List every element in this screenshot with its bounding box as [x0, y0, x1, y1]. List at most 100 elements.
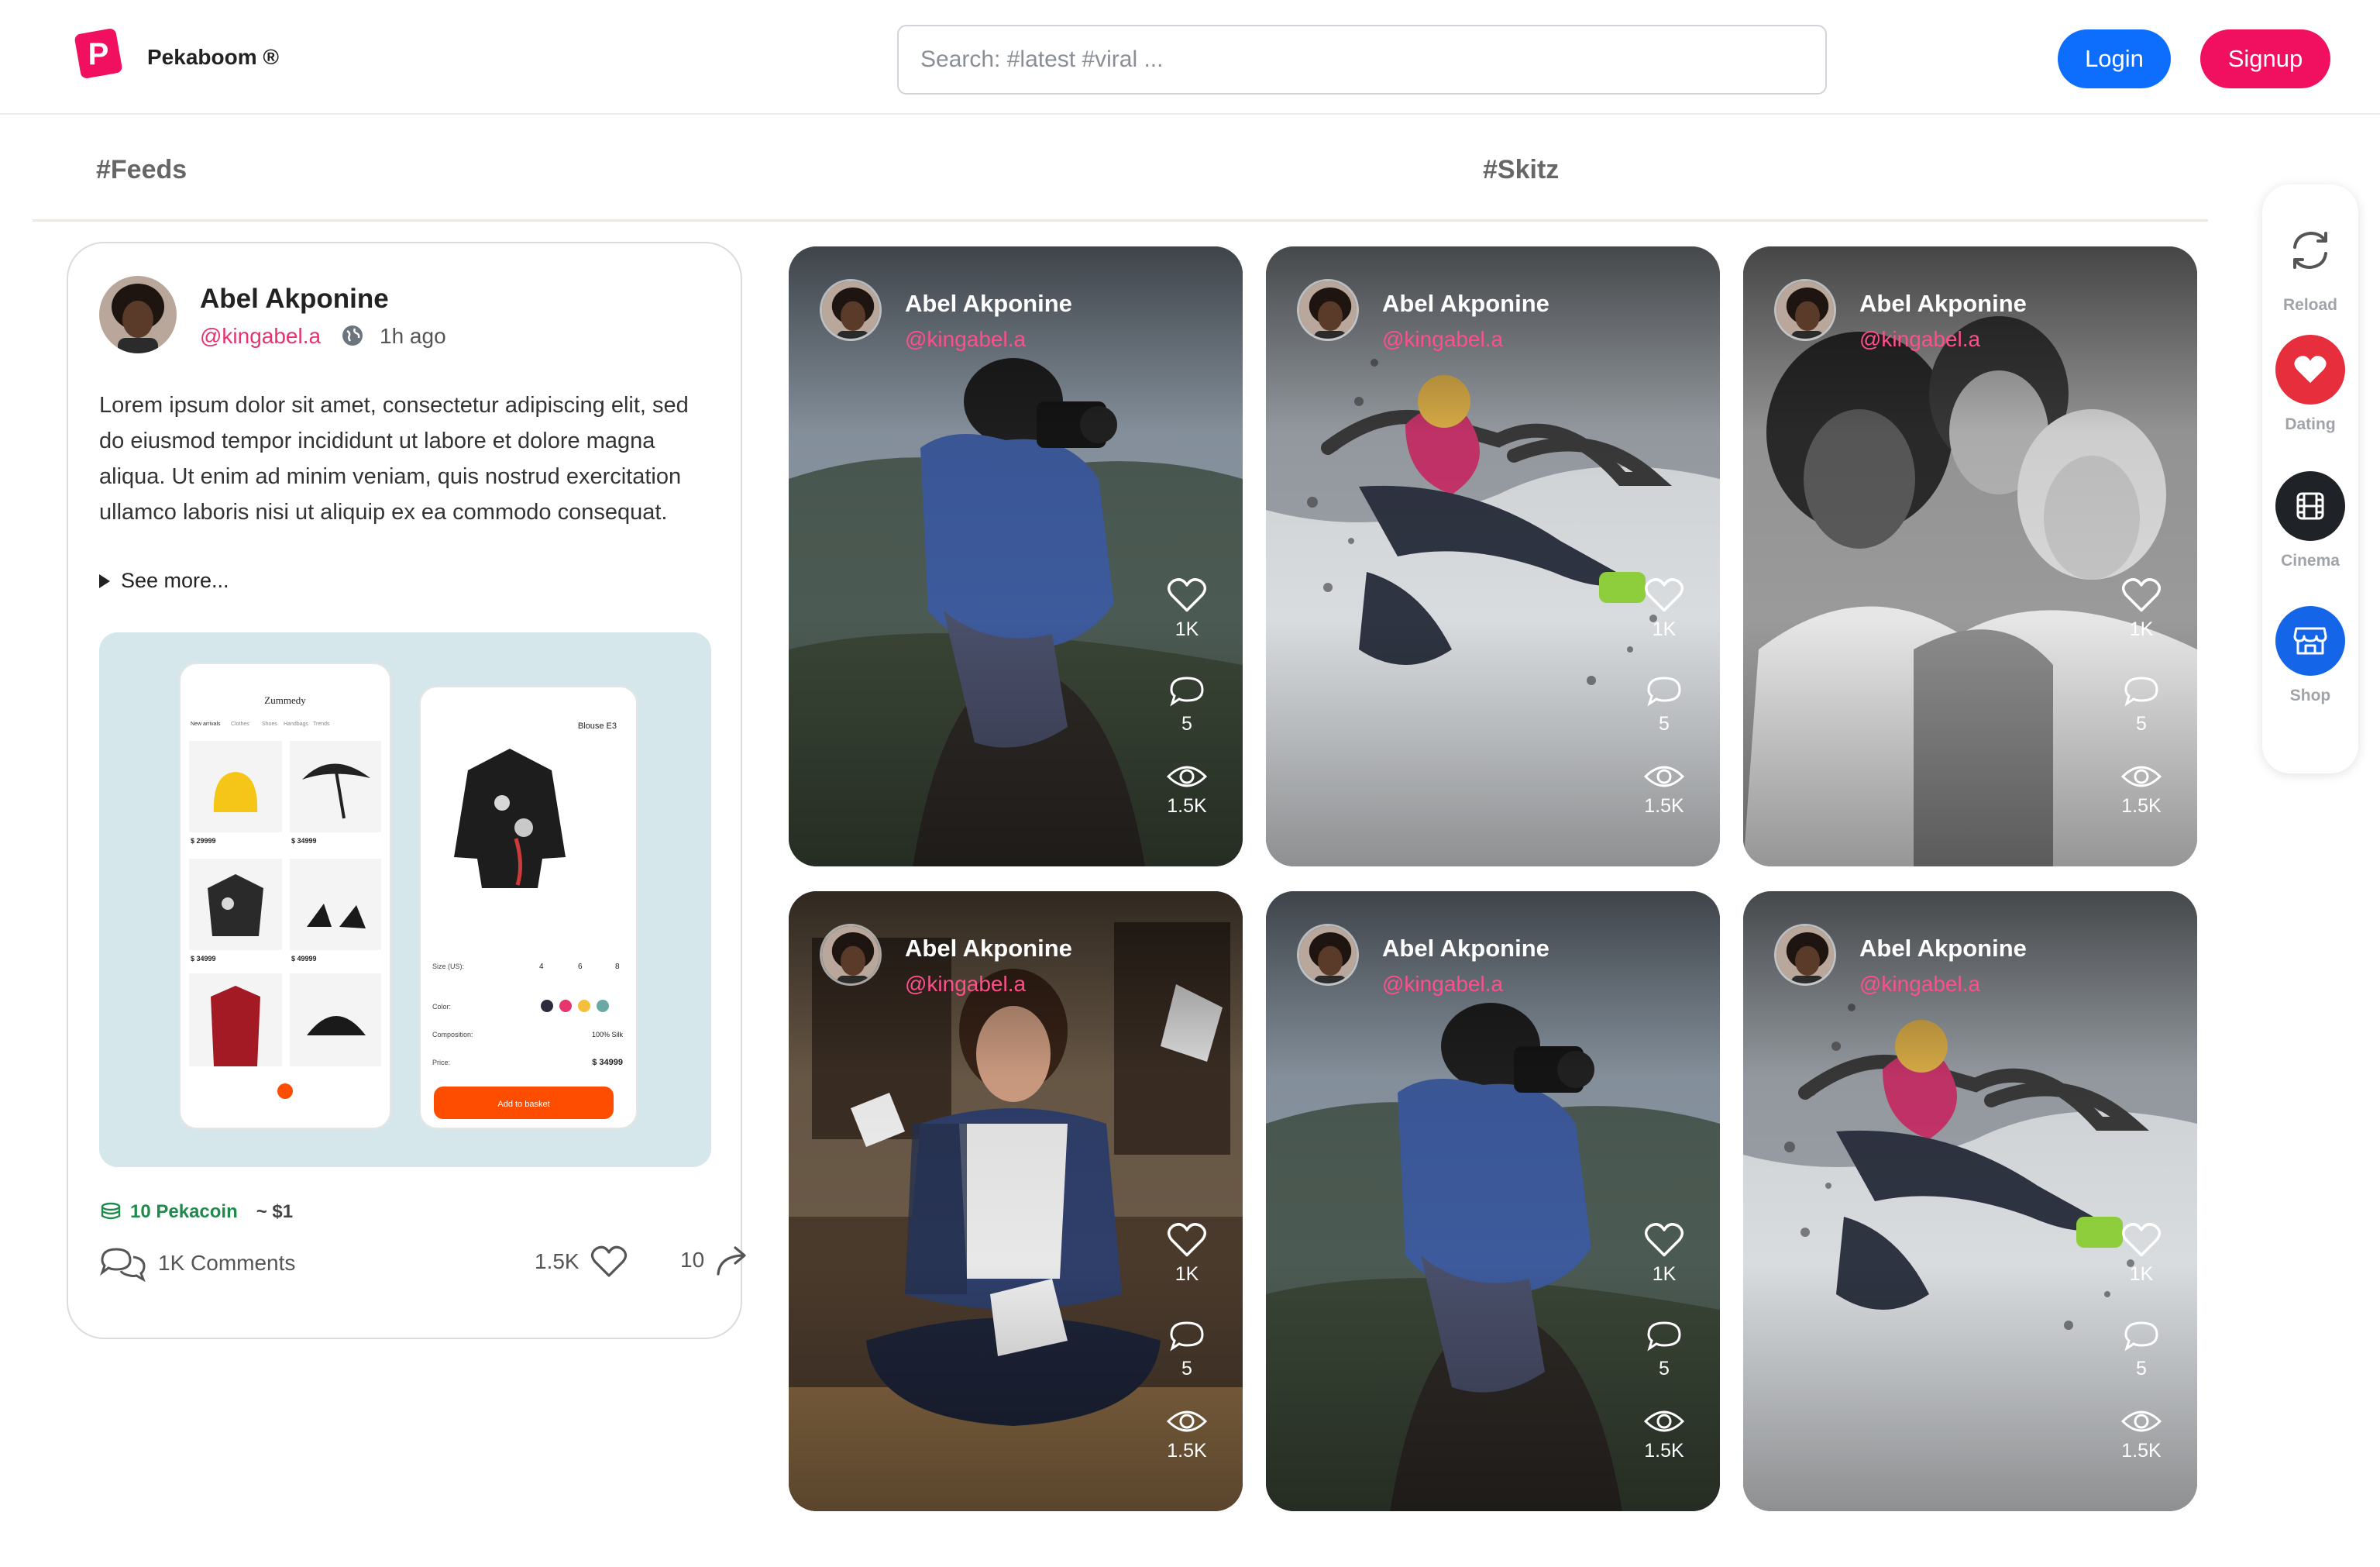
skit-author-handle[interactable]: @kingabel.a	[1859, 972, 1980, 997]
svg-text:New arrivals: New arrivals	[191, 722, 221, 727]
skit-comment-button[interactable]: 5	[1635, 1319, 1694, 1380]
post-author-name[interactable]: Abel Akponine	[200, 284, 389, 315]
avatar[interactable]	[1774, 279, 1836, 341]
avatar[interactable]	[99, 276, 177, 353]
like-button[interactable]: 1.5K	[535, 1245, 628, 1279]
skit-comments-count: 5	[1659, 1358, 1670, 1379]
skit-author-name[interactable]: Abel Akponine	[905, 935, 1072, 963]
eye-icon	[1643, 1410, 1685, 1432]
avatar[interactable]	[1774, 924, 1836, 986]
skit-comments-count: 5	[2136, 713, 2147, 735]
skit-likes-count: 1K	[2129, 618, 2154, 640]
skit-comments-count: 5	[2136, 1358, 2147, 1379]
search-input[interactable]	[899, 26, 1825, 93]
top-navbar: P Pekaboom ® Login Signup	[0, 0, 2380, 115]
avatar[interactable]	[820, 924, 882, 986]
cinema-button[interactable]: Cinema	[2262, 471, 2358, 570]
skit-views-count: 1.5K	[2121, 1440, 2162, 1462]
share-arrow-icon	[717, 1246, 746, 1276]
skit-like-button[interactable]: 1K	[1635, 577, 1694, 641]
avatar[interactable]	[820, 279, 882, 341]
skit-likes-count: 1K	[1652, 1263, 1677, 1285]
svg-text:Add to basket: Add to basket	[497, 1100, 549, 1109]
login-button[interactable]: Login	[2058, 29, 2171, 88]
skit-like-button[interactable]: 1K	[1157, 1221, 1216, 1286]
skit-like-button[interactable]: 1K	[2112, 577, 2171, 641]
globe-icon	[341, 324, 364, 347]
post-body-text: Lorem ipsum dolor sit amet, consectetur …	[99, 393, 689, 525]
skit-author-handle[interactable]: @kingabel.a	[1859, 327, 1980, 352]
skit-author-handle[interactable]: @kingabel.a	[1382, 972, 1503, 997]
skit-card[interactable]: Abel Akponine @kingabel.a 1K 5 1.5K	[1743, 246, 2197, 866]
skit-author-name[interactable]: Abel Akponine	[1382, 935, 1549, 963]
comment-icon	[1647, 677, 1681, 707]
skit-likes-count: 1K	[1175, 1263, 1199, 1285]
skit-views-count: 1.5K	[1644, 795, 1684, 817]
skit-views: 1.5K	[1635, 1407, 1694, 1462]
skit-likes-count: 1K	[2129, 1263, 2154, 1285]
svg-text:Color:: Color:	[432, 1003, 451, 1011]
search-bar[interactable]	[897, 25, 1827, 95]
skit-author-handle[interactable]: @kingabel.a	[905, 327, 1026, 352]
eye-icon	[2120, 766, 2162, 787]
heart-icon	[2121, 578, 2162, 612]
skit-comment-button[interactable]: 5	[1157, 674, 1216, 735]
dating-button[interactable]: Dating	[2262, 335, 2358, 434]
skit-like-button[interactable]: 1K	[2112, 1221, 2171, 1286]
skit-views-count: 1.5K	[2121, 795, 2162, 817]
skit-card[interactable]: Abel Akponine @kingabel.a 1K 5 1.5K	[789, 891, 1243, 1511]
avatar[interactable]	[1297, 279, 1359, 341]
cinema-label: Cinema	[2281, 552, 2340, 570]
skit-card[interactable]: Abel Akponine @kingabel.a 1K 5 1.5K	[1266, 891, 1720, 1511]
reload-button[interactable]: Reload	[2262, 215, 2358, 315]
post-actions: 1K Comments 1.5K 10	[99, 1245, 746, 1291]
svg-text:Trends: Trends	[313, 722, 330, 727]
eye-icon	[1166, 766, 1208, 787]
comment-icon	[2124, 1321, 2158, 1352]
comments-count: 1K Comments	[158, 1251, 296, 1275]
logo-letter: P	[88, 37, 109, 71]
skit-like-button[interactable]: 1K	[1157, 577, 1216, 641]
post-author-handle[interactable]: @kingabel.a	[200, 324, 321, 349]
svg-text:Clothes: Clothes	[231, 722, 249, 727]
skit-author-handle[interactable]: @kingabel.a	[1382, 327, 1503, 352]
skit-views: 1.5K	[1157, 1407, 1216, 1462]
skit-like-button[interactable]: 1K	[1635, 1221, 1694, 1286]
heart-icon	[2275, 335, 2345, 405]
skit-views-count: 1.5K	[1644, 1440, 1684, 1462]
reload-label: Reload	[2282, 296, 2337, 314]
skit-comment-button[interactable]: 5	[2112, 674, 2171, 735]
skit-author-name[interactable]: Abel Akponine	[1382, 290, 1549, 318]
expand-arrow-icon	[99, 573, 110, 588]
reload-icon	[2275, 215, 2345, 285]
svg-text:Shoes: Shoes	[262, 722, 277, 727]
skit-comment-button[interactable]: 5	[1635, 674, 1694, 735]
post-timestamp: 1h ago	[380, 324, 446, 348]
post-image[interactable]: Zummedy New arrivals Clothes Shoes Handb…	[99, 632, 711, 1167]
signup-button[interactable]: Signup	[2200, 29, 2330, 88]
tab-skitz[interactable]: #Skitz	[1483, 155, 1559, 185]
heart-icon	[1644, 1223, 1684, 1257]
skit-comment-button[interactable]: 5	[2112, 1319, 2171, 1380]
skit-author-name[interactable]: Abel Akponine	[905, 290, 1072, 318]
skit-comment-button[interactable]: 5	[1157, 1319, 1216, 1380]
avatar[interactable]	[1297, 924, 1359, 986]
skit-author-name[interactable]: Abel Akponine	[1859, 935, 2027, 963]
skit-card[interactable]: Abel Akponine @kingabel.a 1K 5 1.5K	[789, 246, 1243, 866]
comments-button[interactable]: 1K Comments	[99, 1245, 295, 1282]
comments-icon	[100, 1248, 146, 1282]
heart-icon	[1167, 578, 1207, 612]
svg-text:4: 4	[539, 963, 544, 971]
share-button[interactable]: 10	[680, 1245, 765, 1276]
tab-feeds[interactable]: #Feeds	[96, 155, 187, 185]
heart-icon	[1167, 1223, 1207, 1257]
skit-card[interactable]: Abel Akponine @kingabel.a 1K 5 1.5K	[1266, 246, 1720, 866]
shop-button[interactable]: Shop	[2262, 606, 2358, 705]
pekaboom-logo[interactable]: P	[74, 26, 122, 81]
skit-author-handle[interactable]: @kingabel.a	[905, 972, 1026, 997]
skit-card[interactable]: Abel Akponine @kingabel.a 1K 5 1.5K	[1743, 891, 2197, 1511]
see-more-link[interactable]: See more...	[99, 569, 229, 593]
svg-text:Blouse E3: Blouse E3	[578, 722, 617, 731]
skit-views-count: 1.5K	[1167, 1440, 1207, 1462]
skit-author-name[interactable]: Abel Akponine	[1859, 290, 2027, 318]
